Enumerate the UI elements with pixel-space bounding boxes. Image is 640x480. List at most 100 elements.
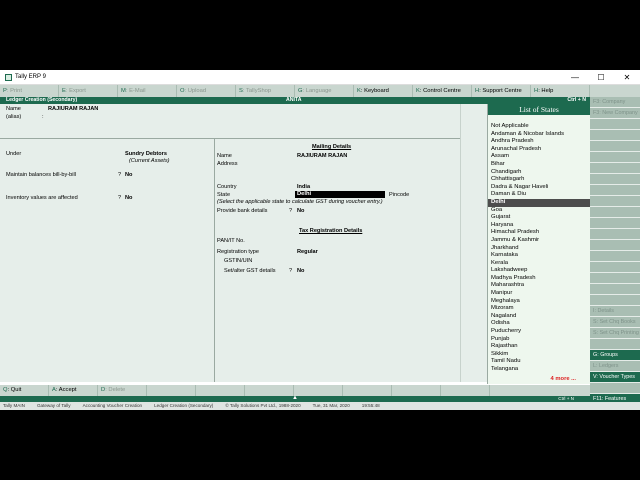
side-button-3[interactable] [590, 130, 640, 141]
state-list-item[interactable]: Bihar [488, 161, 590, 169]
bottom-button-1[interactable]: A: Accept [49, 385, 98, 396]
state-list-item[interactable]: Kerala [488, 260, 590, 268]
state-list-item[interactable]: Andhra Pradesh [488, 138, 590, 146]
side-button-12[interactable] [590, 229, 640, 240]
gst-details-field[interactable]: No [297, 268, 304, 274]
state-list-item[interactable]: Punjab [488, 336, 590, 344]
side-button-11[interactable] [590, 218, 640, 229]
top-button-1[interactable]: E: Export [59, 85, 118, 97]
state-list-item[interactable]: Sikkim [488, 351, 590, 359]
side-button-15[interactable] [590, 262, 640, 273]
top-button-8[interactable]: H: Support Centre [472, 85, 531, 97]
top-button-6[interactable]: K: Keyboard [354, 85, 413, 97]
state-list-item[interactable]: Goa [488, 207, 590, 215]
state-list-item[interactable]: Chhattisgarh [488, 176, 590, 184]
side-button-25[interactable]: V: Voucher Types [590, 372, 640, 383]
side-button-10[interactable] [590, 207, 640, 218]
side-button-14[interactable] [590, 251, 640, 262]
column-divider [214, 138, 215, 382]
state-list-item[interactable]: Tamil Nadu [488, 358, 590, 366]
state-list-item[interactable]: Nagaland [488, 313, 590, 321]
bottom-button-2[interactable]: D: Delete [98, 385, 147, 396]
side-button-9[interactable] [590, 196, 640, 207]
state-list-item[interactable]: Jammu & Kashmir [488, 237, 590, 245]
alias-field[interactable]: : [42, 114, 44, 120]
state-list-item[interactable]: Delhi [488, 198, 590, 207]
state-list-item[interactable]: Odisha [488, 320, 590, 328]
state-list-item[interactable]: Mizoram [488, 305, 590, 313]
state-list-item[interactable]: Jharkhand [488, 245, 590, 253]
state-list-item[interactable]: Not Applicable [488, 123, 590, 131]
top-button-4[interactable]: S: TallyShop [236, 85, 295, 97]
side-button-18[interactable] [590, 295, 640, 306]
close-button[interactable]: ✕ [614, 70, 640, 85]
top-button-label: : Help [538, 88, 554, 94]
side-button-0[interactable]: F3: Company [590, 97, 640, 108]
state-list-item[interactable]: Andaman & Nicobar Islands [488, 131, 590, 139]
bottom-button-9[interactable] [441, 385, 490, 396]
more-states-link[interactable]: 4 more ... [551, 376, 576, 382]
side-button-20[interactable]: S: Set Chq Books [590, 317, 640, 328]
state-list-item[interactable]: Karnataka [488, 252, 590, 260]
side-button-6[interactable] [590, 163, 640, 174]
side-button-16[interactable] [590, 273, 640, 284]
state-list-item[interactable]: Rajasthan [488, 343, 590, 351]
side-button-5[interactable] [590, 152, 640, 163]
registration-type-field[interactable]: Regular [297, 249, 318, 255]
side-button-19[interactable]: I: Details [590, 306, 640, 317]
country-field[interactable]: India [297, 184, 310, 190]
bottom-button-5[interactable] [245, 385, 294, 396]
side-button-26[interactable] [590, 383, 640, 394]
state-list-item[interactable]: Puducherry [488, 328, 590, 336]
bottom-button-7[interactable] [343, 385, 392, 396]
state-list-item[interactable]: Chandigarh [488, 169, 590, 177]
side-button-22[interactable] [590, 339, 640, 350]
bank-details-field[interactable]: No [297, 208, 304, 214]
mailing-name-field[interactable]: RAJIURAM RAJAN [297, 153, 347, 159]
state-list-item[interactable]: Manipur [488, 290, 590, 298]
state-field[interactable]: Delhi [295, 191, 385, 198]
state-list-item[interactable]: Lakshadweep [488, 267, 590, 275]
side-button-7[interactable] [590, 174, 640, 185]
state-list-item[interactable]: Arunachal Pradesh [488, 146, 590, 154]
side-button-1[interactable]: F3: New Company [590, 108, 640, 119]
state-list-item[interactable]: Madhya Pradesh [488, 275, 590, 283]
side-button-23[interactable]: G: Groups [590, 350, 640, 361]
inventory-field[interactable]: No [125, 195, 132, 201]
side-button-4[interactable] [590, 141, 640, 152]
maintain-bill-field[interactable]: No [125, 172, 132, 178]
under-field[interactable]: Sundry Debtors [125, 151, 167, 157]
side-button-2[interactable] [590, 119, 640, 130]
side-button-8[interactable] [590, 185, 640, 196]
top-button-7[interactable]: K: Control Centre [413, 85, 472, 97]
side-button-13[interactable] [590, 240, 640, 251]
maximize-button[interactable]: ☐ [588, 70, 614, 85]
top-button-2[interactable]: M: E-Mail [118, 85, 177, 97]
bottom-button-0[interactable]: Q: Quit [0, 385, 49, 396]
state-list-item[interactable]: Daman & Diu [488, 191, 590, 199]
top-button-5[interactable]: G: Language [295, 85, 354, 97]
bottom-button-3[interactable] [147, 385, 196, 396]
bottom-button-4[interactable] [196, 385, 245, 396]
bottom-button-6[interactable] [294, 385, 343, 396]
top-button-0[interactable]: P: Print [0, 85, 59, 97]
state-list-item[interactable]: Meghalaya [488, 298, 590, 306]
header-shortcut: Ctrl + N [567, 97, 586, 103]
state-list-item[interactable]: Himachal Pradesh [488, 229, 590, 237]
top-button-9[interactable]: H: Help [531, 85, 590, 97]
expand-arrow-icon[interactable]: ▲ [292, 395, 298, 401]
bottom-button-8[interactable] [392, 385, 441, 396]
side-button-17[interactable] [590, 284, 640, 295]
name-field[interactable]: RAJIURAM RAJAN [48, 106, 98, 112]
gst-details-qmark: ? [289, 268, 293, 274]
side-button-21[interactable]: S: Set Chq Printing [590, 328, 640, 339]
state-list-item[interactable]: Maharashtra [488, 282, 590, 290]
state-list-item[interactable]: Assam [488, 153, 590, 161]
state-list-item[interactable]: Haryana [488, 222, 590, 230]
state-list-item[interactable]: Telangana [488, 366, 590, 374]
state-list-item[interactable]: Dadra & Nagar Haveli [488, 184, 590, 192]
top-button-3[interactable]: O: Upload [177, 85, 236, 97]
minimize-button[interactable]: — [562, 70, 588, 85]
side-button-24[interactable]: L: Ledgers [590, 361, 640, 372]
state-list-item[interactable]: Gujarat [488, 214, 590, 222]
